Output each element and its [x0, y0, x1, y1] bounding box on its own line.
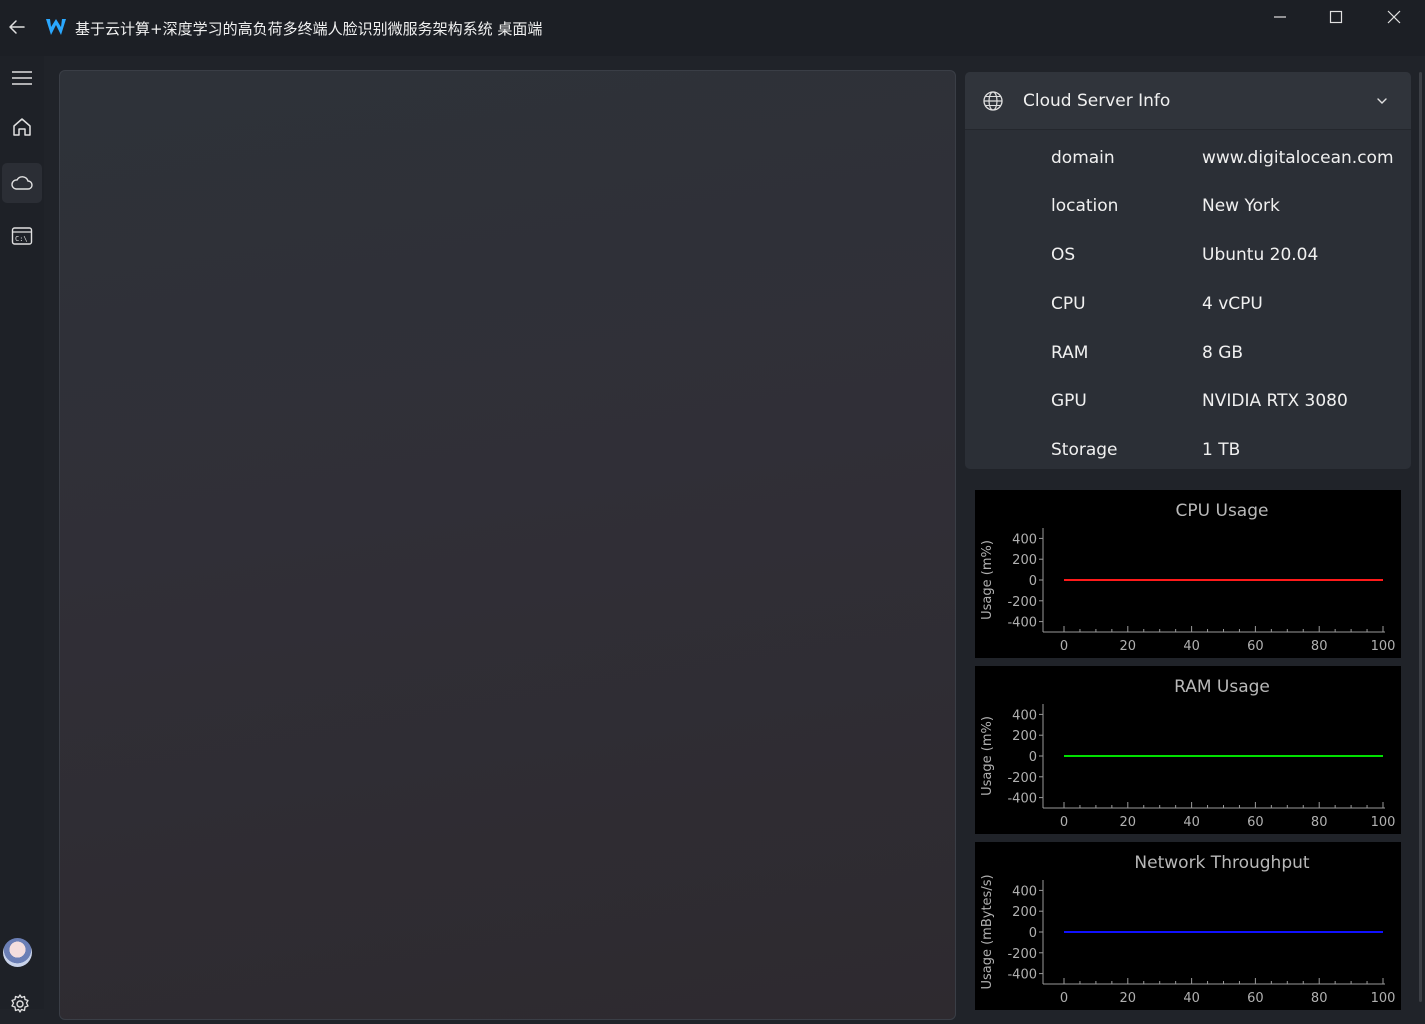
minimize-icon	[1274, 16, 1286, 18]
menu-button[interactable]	[2, 58, 42, 98]
cloud-icon	[11, 176, 33, 190]
info-row-gpu: GPU NVIDIA RTX 3080	[965, 391, 1411, 439]
info-row-os: OS Ubuntu 20.04	[965, 245, 1411, 293]
back-button[interactable]	[4, 14, 30, 40]
ram-usage-chart: RAM Usage Usage (m%) 400 200 0 -200 -400 0 20 40 6…	[975, 666, 1401, 834]
info-key: Storage	[1051, 440, 1118, 460]
y-axis-label: Usage (m%)	[980, 540, 995, 620]
chart-title: Network Throughput	[1134, 853, 1309, 873]
info-row-location: location New York	[965, 196, 1411, 244]
navigation-sidebar: C:\	[0, 56, 44, 1013]
x-tick-label: 20	[1120, 815, 1137, 830]
y-tick-label: -400	[1007, 616, 1037, 631]
network-throughput-chart-svg: Network ThroughputUsage (mBytes/s) 400200…	[980, 853, 1396, 1006]
home-icon	[13, 118, 31, 136]
arrow-left-icon	[9, 20, 25, 34]
x-tick-label: 100	[1371, 639, 1396, 654]
x-tick-label: 40	[1183, 815, 1200, 830]
info-key: CPU	[1051, 294, 1086, 314]
info-row-storage: Storage 1 TB	[965, 440, 1411, 488]
x-tick-label: 0	[1060, 639, 1068, 654]
x-tick-label: 0	[1060, 815, 1068, 830]
cloud-server-info-title: Cloud Server Info	[1023, 91, 1171, 111]
hamburger-icon	[12, 71, 32, 85]
x-tick-label: 60	[1247, 991, 1264, 1006]
y-tick-label: 200	[1012, 553, 1037, 568]
info-value: 8 GB	[1202, 343, 1244, 363]
info-value: Ubuntu 20.04	[1202, 245, 1319, 265]
y-tick-label: -200	[1007, 771, 1037, 786]
x-tick-label: 60	[1247, 639, 1264, 654]
sidebar-item-terminal[interactable]: C:\	[2, 216, 42, 256]
avatar[interactable]	[3, 938, 32, 967]
y-tick-label: 400	[1012, 532, 1037, 547]
cpu-usage-chart: CPU Usage Usage (m%) 400 200 0 -200 -400 0 20 40 6…	[975, 490, 1401, 658]
window-title: 基于云计算+深度学习的高负荷多终端人脸识别微服务架构系统 桌面端	[75, 20, 543, 38]
info-row-domain: domain www.digitalocean.com	[965, 148, 1411, 196]
title-bar: 基于云计算+深度学习的高负荷多终端人脸识别微服务架构系统 桌面端	[0, 0, 1425, 56]
svg-text:C:\: C:\	[15, 235, 28, 243]
globe-icon	[983, 91, 1003, 111]
minimize-button[interactable]	[1252, 0, 1308, 34]
y-tick-label: -400	[1007, 968, 1037, 983]
y-tick-label: 0	[1029, 750, 1037, 765]
y-tick-label: -200	[1007, 947, 1037, 962]
y-tick-label: 400	[1012, 708, 1037, 723]
y-tick-label: -400	[1007, 792, 1037, 807]
chevron-down-icon	[1377, 98, 1387, 104]
info-value: www.digitalocean.com	[1202, 148, 1394, 168]
close-button[interactable]	[1366, 0, 1422, 34]
x-tick-label: 80	[1311, 639, 1328, 654]
info-value: 1 TB	[1202, 440, 1241, 460]
info-value: 4 vCPU	[1202, 294, 1263, 314]
terminal-icon: C:\	[11, 227, 33, 245]
x-tick-label: 100	[1371, 815, 1396, 830]
info-key: OS	[1051, 245, 1076, 265]
info-value: New York	[1202, 196, 1280, 216]
y-tick-label: 200	[1012, 729, 1037, 744]
y-tick-label: 0	[1029, 926, 1037, 941]
info-row-cpu: CPU 4 vCPU	[965, 294, 1411, 342]
gear-icon	[11, 994, 29, 1013]
y-tick-label: 0	[1029, 574, 1037, 589]
y-tick-label: 200	[1012, 905, 1037, 920]
maximize-icon	[1329, 10, 1343, 24]
sidebar-item-cloud[interactable]	[2, 163, 42, 203]
y-axis-label: Usage (m%)	[980, 716, 995, 796]
y-axis-label: Usage (mBytes/s)	[980, 874, 995, 989]
x-tick-label: 20	[1120, 991, 1137, 1006]
cloud-server-info-header[interactable]: Cloud Server Info	[965, 72, 1411, 130]
x-tick-label: 100	[1371, 991, 1396, 1006]
cloud-server-info-card: Cloud Server Info domain www.digitalocea…	[965, 72, 1411, 469]
chart-title: RAM Usage	[1174, 677, 1270, 697]
x-tick-label: 60	[1247, 815, 1264, 830]
x-tick-label: 0	[1060, 991, 1068, 1006]
x-tick-label: 80	[1311, 815, 1328, 830]
ram-usage-chart-svg: RAM Usage Usage (m%) 400 200 0 -200 -400 0 20 40 6…	[980, 677, 1396, 830]
info-key: RAM	[1051, 343, 1089, 363]
network-throughput-chart: Network Throughput Usage (mBytes/s) 400 200…	[975, 842, 1401, 1010]
x-tick-label: 20	[1120, 639, 1137, 654]
info-key: GPU	[1051, 391, 1087, 411]
sidebar-item-home[interactable]	[2, 107, 42, 147]
info-row-ram: RAM 8 GB	[965, 343, 1411, 391]
info-key: domain	[1051, 148, 1115, 168]
settings-button[interactable]	[0, 984, 40, 1024]
chart-title: CPU Usage	[1176, 501, 1269, 521]
x-tick-label: 40	[1183, 991, 1200, 1006]
y-tick-label: 400	[1012, 884, 1037, 899]
app-logo-icon	[46, 19, 66, 35]
y-tick-label: -200	[1007, 595, 1037, 610]
x-tick-label: 80	[1311, 991, 1328, 1006]
cpu-usage-chart-svg: CPU Usage Usage (m%) 400 200 0 -200 -400 0 20 40 6…	[980, 501, 1396, 654]
main-content-panel	[59, 70, 956, 1020]
maximize-button[interactable]	[1308, 0, 1364, 34]
info-value: NVIDIA RTX 3080	[1202, 391, 1348, 411]
close-icon	[1387, 10, 1401, 24]
info-key: location	[1051, 196, 1119, 216]
vertical-scrollbar[interactable]	[1419, 72, 1422, 1002]
x-tick-label: 40	[1183, 639, 1200, 654]
